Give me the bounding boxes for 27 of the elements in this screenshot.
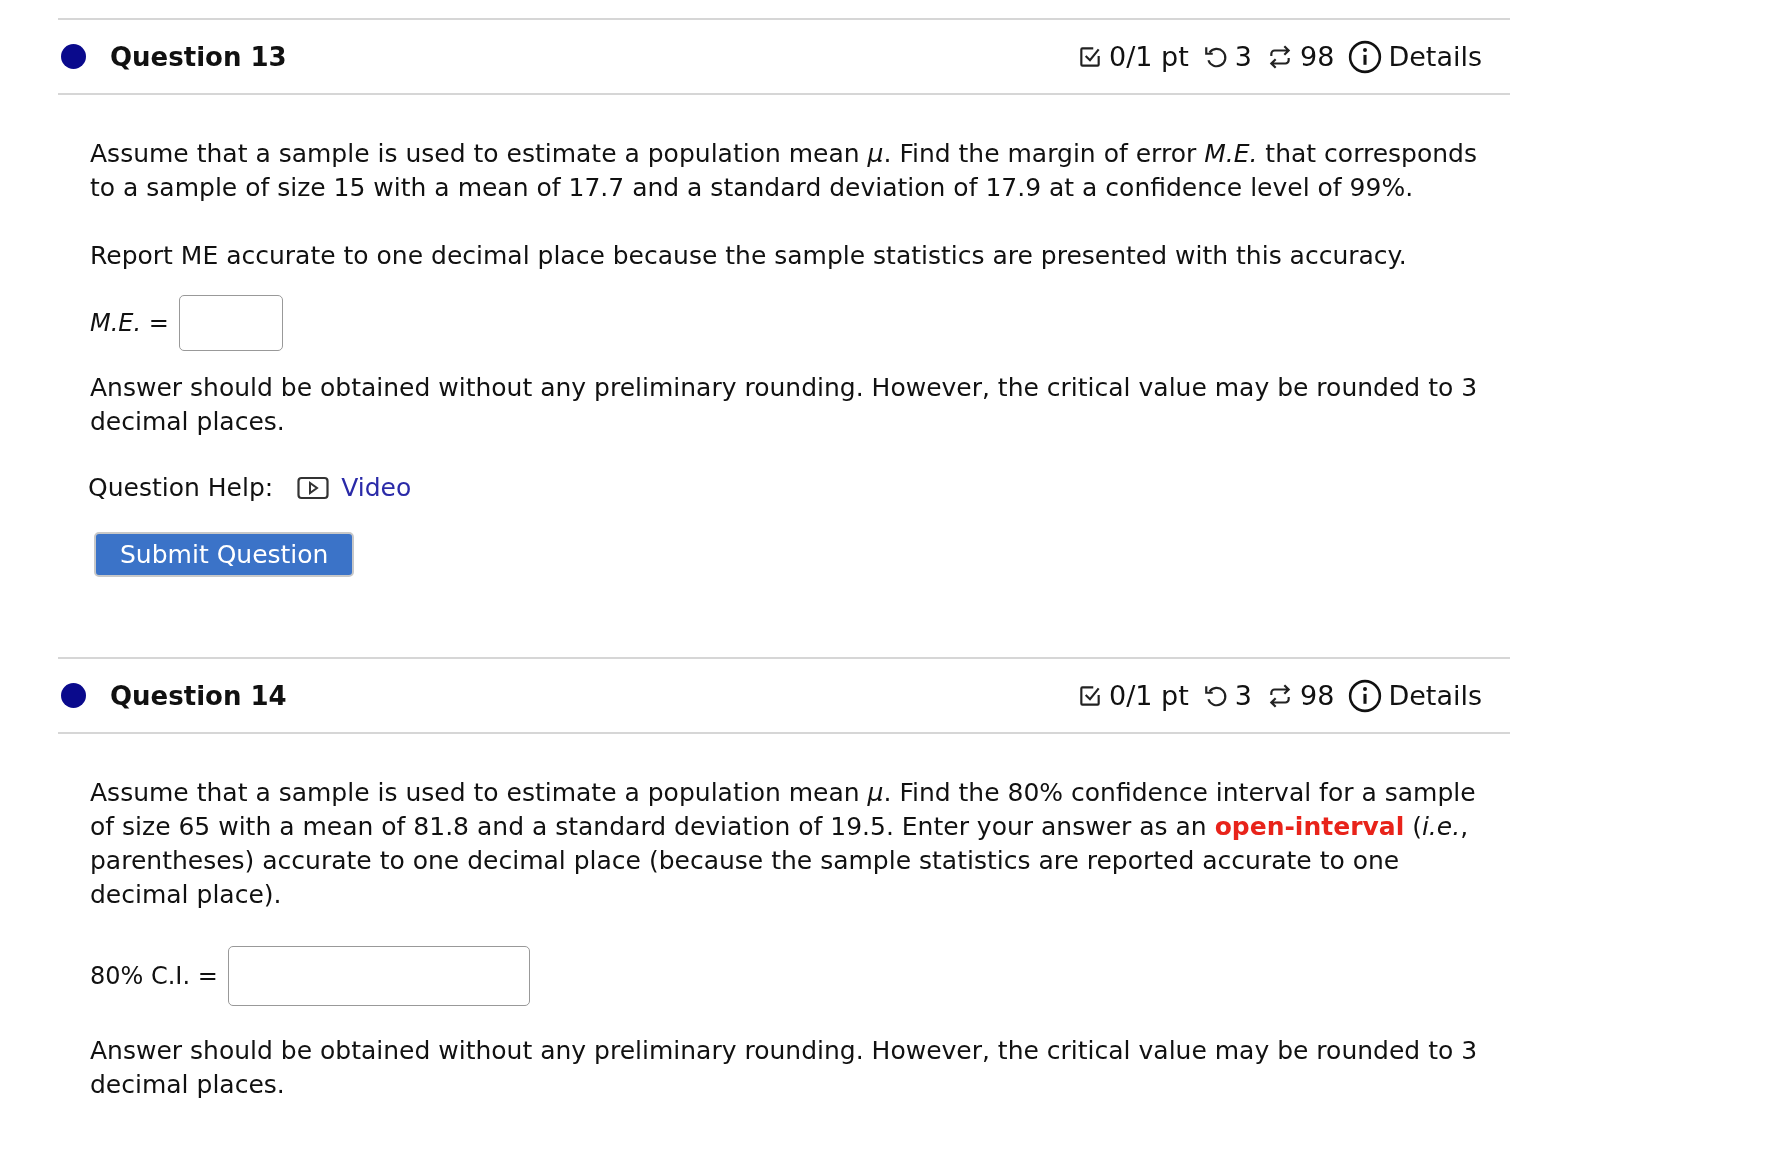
versions-text: 98 <box>1300 680 1335 711</box>
answer-label: 80% C.I. = <box>90 962 218 990</box>
question-text: Report ME accurate to one decimal place because the sample statistics are presented with this accuracy. <box>90 240 1408 272</box>
status-dot <box>61 44 86 69</box>
video-icon[interactable] <box>297 475 330 500</box>
details-link[interactable]: Details <box>1388 41 1482 72</box>
score-text: 0/1 pt <box>1109 680 1189 711</box>
score-text: 0/1 pt <box>1109 41 1189 72</box>
question-title: Question 13 <box>110 41 287 72</box>
attempts-text: 3 <box>1234 680 1253 711</box>
question-title: Question 14 <box>110 680 287 711</box>
question-text: Assume that a sample is used to estimate a population mean μ. Find the margin of error M.E. that corresponds to a sample of size 15 with a mean of 17.7 and a standard deviation of 17.9 at a confidence level of 99%. <box>90 138 1478 204</box>
answer-field[interactable] <box>178 295 283 351</box>
question-text: Answer should be obtained without any preliminary rounding. However, the critical value may be rounded to 3 decimal places. <box>90 1035 1479 1101</box>
question-text: Assume that a sample is used to estimate a population mean μ. Find the 80% confidence interval for a sample of size 65 with a mean of 81.8 and a standard deviation of 19.5. Enter your answer as an open-interval (i.e., parentheses) accurate to one decimal place (because the sample statistics are reported accurate to one decimal place). <box>90 777 1477 911</box>
info-icon[interactable] <box>1348 39 1383 74</box>
answer-label: M.E. = <box>90 309 169 337</box>
question-text: Answer should be obtained without any preliminary rounding. However, the critical value may be rounded to 3 decimal places. <box>90 372 1479 438</box>
submit-button[interactable]: Submit Question <box>94 532 355 577</box>
help-label: Question Help: <box>88 473 274 502</box>
info-icon[interactable] <box>1348 678 1383 713</box>
attempts-text: 3 <box>1234 41 1253 72</box>
details-link[interactable]: Details <box>1388 680 1482 711</box>
video-link[interactable]: Video <box>341 473 412 502</box>
status-dot <box>61 683 86 708</box>
answer-field[interactable] <box>227 946 530 1006</box>
versions-text: 98 <box>1300 41 1335 72</box>
